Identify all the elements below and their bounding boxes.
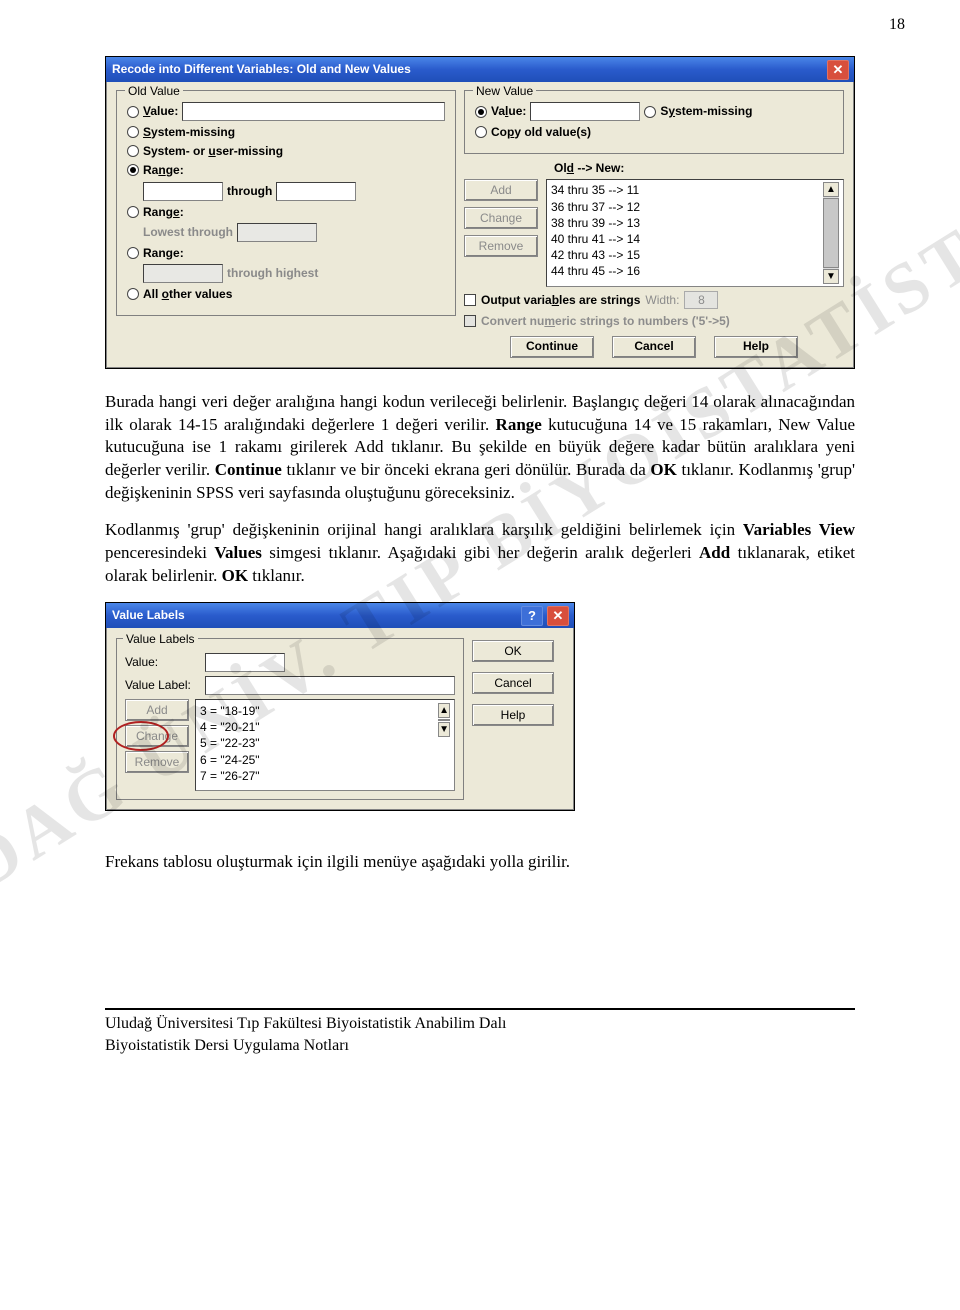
continue-button[interactable]: Continue	[510, 336, 594, 358]
radio-all-other-label: All other values	[143, 286, 232, 302]
value-labels-title: Value Labels	[112, 607, 521, 623]
radio-new-sm[interactable]	[644, 106, 656, 118]
vl-change-button[interactable]: Change	[125, 725, 189, 747]
page-number: 18	[889, 14, 905, 36]
convert-checkbox	[464, 315, 476, 327]
help-button[interactable]: Help	[714, 336, 798, 358]
lowest-through-label: Lowest through	[143, 224, 233, 240]
value-labels-dialog: Value Labels ? ✕ Value Labels Value: Val…	[105, 602, 575, 811]
radio-all-other[interactable]	[127, 288, 139, 300]
list-item: 42 thru 43 --> 15	[551, 247, 823, 263]
scrollbar[interactable]: ▲ ▼	[438, 703, 450, 787]
list-item: 7 = "26-27"	[200, 768, 438, 784]
radio-sum-label: System- or user-missing	[143, 143, 283, 159]
radio-new-sm-label: System-missing	[660, 103, 752, 119]
output-strings-checkbox[interactable]	[464, 294, 476, 306]
remove-button[interactable]: Remove	[464, 235, 538, 257]
old-new-list[interactable]: 34 thru 35 --> 11 36 thru 37 --> 12 38 t…	[546, 179, 844, 287]
scrollbar[interactable]: ▲ ▼	[823, 182, 839, 284]
vl-remove-button[interactable]: Remove	[125, 751, 189, 773]
footer-line1: Uludağ Üniversitesi Tıp Fakültesi Biyois…	[105, 1013, 855, 1035]
recode-title: Recode into Different Variables: Old and…	[112, 61, 827, 77]
list-item: 4 = "20-21"	[200, 719, 438, 735]
old-value-group: Old Value Value: System-missing	[116, 90, 456, 316]
vl-group-legend: Value Labels	[123, 631, 198, 647]
radio-system-user-missing[interactable]	[127, 145, 139, 157]
convert-label: Convert numeric strings to numbers ('5'-…	[481, 313, 730, 329]
list-item: 3 = "18-19"	[200, 703, 438, 719]
through-highest-input	[143, 264, 223, 283]
old-value-legend: Old Value	[125, 83, 183, 99]
radio-new-value-label: Value:	[491, 103, 526, 119]
radio-value[interactable]	[127, 106, 139, 118]
vl-valuelabel-label: Value Label:	[125, 677, 199, 693]
radio-range-highest-label: Range:	[143, 245, 184, 261]
close-icon[interactable]: ✕	[827, 60, 849, 80]
range-from-input[interactable]	[143, 182, 223, 201]
scroll-thumb[interactable]	[438, 719, 450, 721]
vl-valuelabel-input[interactable]	[205, 676, 455, 695]
list-item: 5 = "22-23"	[200, 735, 438, 751]
list-item: 6 = "24-25"	[200, 752, 438, 768]
add-button[interactable]: Add	[464, 179, 538, 201]
paragraph-3: Frekans tablosu oluşturmak için ilgili m…	[105, 851, 855, 874]
footer-line2: Biyoistatistik Dersi Uygulama Notları	[105, 1035, 855, 1057]
radio-sm-label: System-missing	[143, 124, 235, 140]
vl-value-input[interactable]	[205, 653, 285, 672]
list-item: 40 thru 41 --> 14	[551, 231, 823, 247]
output-strings-label: Output variables are strings	[481, 292, 640, 308]
scroll-thumb[interactable]	[823, 198, 839, 268]
radio-new-value[interactable]	[475, 106, 487, 118]
vl-ok-button[interactable]: OK	[472, 640, 554, 662]
through-highest-label: through highest	[227, 265, 318, 281]
recode-dialog: Recode into Different Variables: Old and…	[105, 56, 855, 369]
vl-list[interactable]: 3 = "18-19" 4 = "20-21" 5 = "22-23" 6 = …	[195, 699, 455, 791]
new-value-input[interactable]	[530, 102, 640, 121]
old-new-label: Old --> New:	[554, 160, 624, 176]
radio-range-label: Range:	[143, 162, 184, 178]
width-input: 8	[684, 291, 718, 309]
radio-range-lowest-label: Range:	[143, 204, 184, 220]
radio-range-lowest[interactable]	[127, 206, 139, 218]
close-icon[interactable]: ✕	[547, 606, 569, 626]
lowest-through-input	[237, 223, 317, 242]
radio-system-missing[interactable]	[127, 126, 139, 138]
scroll-down-icon[interactable]: ▼	[438, 722, 450, 737]
cancel-button[interactable]: Cancel	[612, 336, 696, 358]
new-value-group: New Value Value: System-missing Copy old…	[464, 90, 844, 154]
new-value-legend: New Value	[473, 83, 536, 99]
scroll-up-icon[interactable]: ▲	[438, 703, 450, 718]
radio-copy-old[interactable]	[475, 126, 487, 138]
list-item: 36 thru 37 --> 12	[551, 199, 823, 215]
radio-range-highest[interactable]	[127, 247, 139, 259]
scroll-up-icon[interactable]: ▲	[823, 182, 839, 197]
vl-cancel-button[interactable]: Cancel	[472, 672, 554, 694]
list-item: 44 thru 45 --> 16	[551, 263, 823, 279]
scroll-down-icon[interactable]: ▼	[823, 269, 839, 284]
footer: Uludağ Üniversitesi Tıp Fakültesi Biyois…	[105, 1008, 855, 1056]
vl-value-label: Value:	[125, 654, 199, 670]
vl-add-button[interactable]: Add	[125, 699, 189, 721]
range-to-input[interactable]	[276, 182, 356, 201]
list-item: 38 thru 39 --> 13	[551, 215, 823, 231]
value-input[interactable]	[182, 102, 445, 121]
radio-value-label: Value:	[143, 103, 178, 119]
paragraph-1: Burada hangi veri değer aralığına hangi …	[105, 391, 855, 506]
list-item: 34 thru 35 --> 11	[551, 182, 823, 198]
help-icon[interactable]: ?	[521, 606, 543, 626]
value-labels-titlebar: Value Labels ? ✕	[106, 603, 574, 628]
recode-titlebar: Recode into Different Variables: Old and…	[106, 57, 854, 82]
change-button[interactable]: Change	[464, 207, 538, 229]
paragraph-2: Kodlanmış 'grup' değişkeninin orijinal h…	[105, 519, 855, 588]
width-label: Width:	[645, 292, 679, 308]
vl-help-button[interactable]: Help	[472, 704, 554, 726]
radio-range[interactable]	[127, 164, 139, 176]
radio-copy-old-label: Copy old value(s)	[491, 124, 591, 140]
through-label: through	[227, 183, 272, 199]
